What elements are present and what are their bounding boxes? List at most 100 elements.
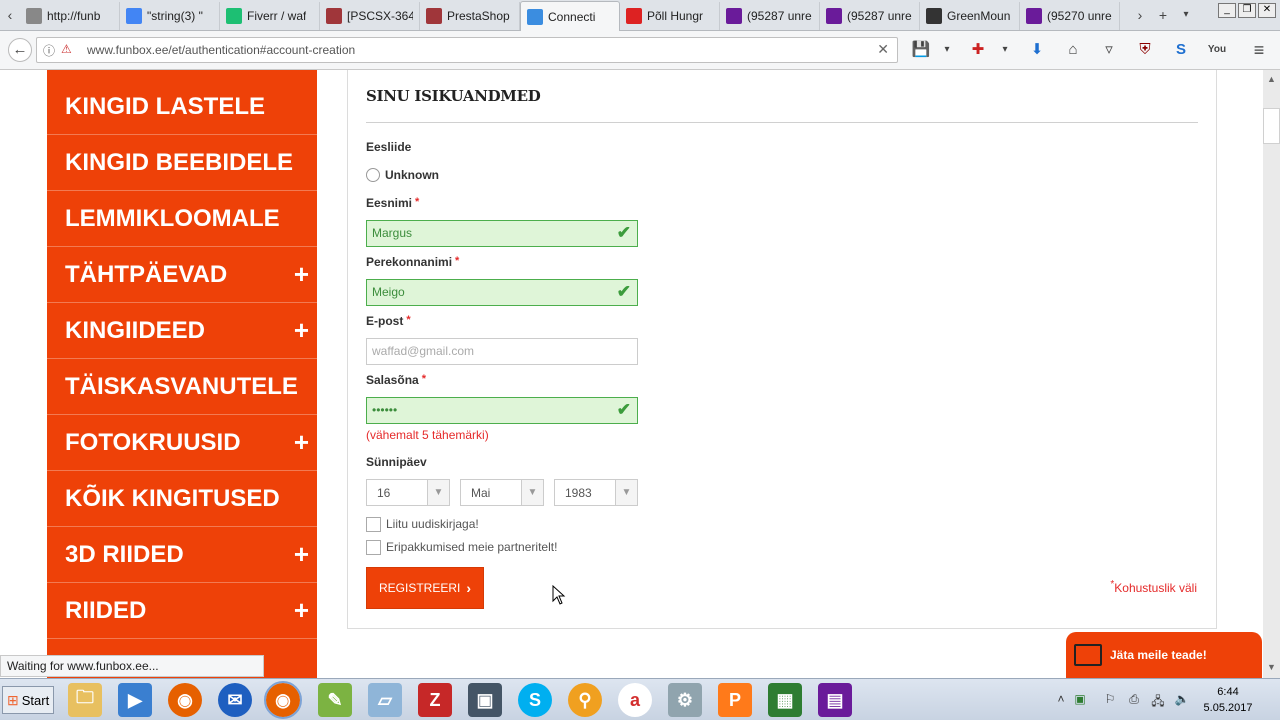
required-star: * [406,314,411,326]
browser-tab[interactable]: Connecti [520,1,620,31]
skype-addon-icon[interactable]: S [1171,40,1191,60]
sidebar-item[interactable]: KINGID BEEBIDELE [47,135,317,191]
save-icon[interactable]: 💾 [911,40,931,60]
pocket-icon[interactable]: ▿ [1099,40,1119,60]
sidebar-item[interactable]: FOTOKRUUSID + [47,415,317,471]
browser-tab[interactable]: GreenMoun [920,2,1020,30]
info-icon[interactable]: ⓘ [43,42,55,59]
browser-status-bar: Waiting for www.funbox.ee... [0,655,264,677]
home-icon[interactable]: ⌂ [1063,40,1083,60]
birth-day-select[interactable]: 16 ▼ [366,479,450,506]
browser-tab[interactable]: [PSCSX-364 [320,2,420,30]
tray-device-icon[interactable]: ⎙ [1126,692,1142,708]
show-hidden-icons-icon[interactable]: ˄ [1053,692,1069,708]
expand-plus-icon[interactable]: + [294,259,309,290]
tab-list-chevron-down-icon[interactable]: ▾ [1178,6,1194,24]
clear-url-icon[interactable]: ✕ [877,41,889,58]
network-tool-icon[interactable]: ⚙ [668,683,702,717]
browser-tab[interactable]: (95270 unre [1020,2,1120,30]
scroll-tabs-right-icon[interactable]: › [1132,6,1148,24]
password-field[interactable]: •••••• ✔ [366,397,638,424]
expand-plus-icon[interactable]: + [294,315,309,346]
sidebar-item[interactable]: LEMMIKLOOMALE [47,191,317,247]
media-player-icon[interactable]: ▶ [118,683,152,717]
action-center-flag-icon[interactable]: ⚐ [1102,692,1118,708]
search-magnifier-icon[interactable]: ⚲ [568,683,602,717]
sidebar-item-label: LEMMIKLOOMALE [65,204,280,232]
browser-tab[interactable]: "string(3) " [120,2,220,30]
firstname-field[interactable]: Margus ✔ [366,220,638,247]
newsletter-checkbox[interactable] [366,517,381,532]
pdf-creator-icon[interactable]: P [718,683,752,717]
sidebar-item[interactable]: TÄHTPÄEVAD + [47,247,317,303]
mail-icon [826,8,842,24]
system-clock[interactable]: 6:44 5.05.2017 [1196,684,1260,716]
eraser-app-icon[interactable]: ▱ [368,683,402,717]
email-field[interactable]: waffad@gmail.com [366,338,638,365]
sidebar-item-label: KÕIK KINGITUSED [65,484,280,512]
sidebar-item-label: TÄHTPÄEVAD [65,260,228,288]
firefox-active-icon[interactable]: ◉ [264,681,302,719]
leave-message-widget[interactable]: Jäta meile teade! [1066,632,1262,678]
browser-tab[interactable]: (95287 unre [820,2,920,30]
new-tab-icon[interactable]: + [1155,6,1171,24]
save-dropdown-chevron-down-icon[interactable]: ▾ [937,40,957,60]
expand-plus-icon[interactable]: + [294,539,309,570]
title-radio-unknown[interactable] [366,168,380,182]
sidebar-item-label: RIIDED [65,596,147,624]
winrar-icon[interactable]: ▤ [818,683,852,717]
birth-month-select[interactable]: Mai ▼ [460,479,544,506]
google-icon [126,8,142,24]
windows-taskbar: ⊞ Start 🗀 ▶ ◉ ✉ ◉ ✎ ▱ Z ▣ S ⚲ a ⚙ P ▦ ▤ … [0,678,1280,720]
browser-tab[interactable]: PrestaShop [420,2,520,30]
page-icon [26,8,42,24]
menu-hamburger-icon[interactable]: ≡ [1249,40,1269,60]
page-scrollbar[interactable]: ▲ ▼ [1263,70,1280,678]
first-aid-icon[interactable]: ✚ [968,40,988,60]
youtube-icon[interactable]: You [1207,40,1227,60]
close-window-icon[interactable]: ✕ [1258,3,1276,18]
filezilla-icon[interactable]: Z [418,683,452,717]
firefox-icon[interactable]: ◉ [168,683,202,717]
sidebar-item[interactable]: KÕIK KINGITUSED [47,471,317,527]
antivirus-icon[interactable]: a [618,683,652,717]
prestashop-icon [326,8,342,24]
birth-year-select[interactable]: 1983 ▼ [554,479,638,506]
tray-app-icon[interactable]: ▣ [1072,692,1088,708]
browser-tab[interactable]: (95287 unre [720,2,820,30]
lastname-field[interactable]: Meigo ✔ [366,279,638,306]
sidebar-item[interactable]: 3D RIIDED + [47,527,317,583]
sidebar-item[interactable]: RIIDED + [47,583,317,639]
sidebar-item[interactable]: KINGID LASTELE [47,70,317,135]
download-icon[interactable]: ⬇ [1027,40,1047,60]
sidebar-item[interactable]: KINGIIDEED + [47,303,317,359]
partner-offers-checkbox[interactable] [366,540,381,555]
scrollbar-thumb[interactable] [1263,108,1280,144]
addon-dropdown-chevron-down-icon[interactable]: ▾ [995,40,1015,60]
volume-icon[interactable]: 🔈 [1174,692,1190,708]
back-arrow-icon[interactable]: ← [8,38,32,62]
restore-window-icon[interactable]: ❐ [1238,3,1256,18]
url-bar[interactable]: ⓘ ⚠ www.funbox.ee/et/authentication#acco… [36,37,898,63]
sidebar-item[interactable]: TÄISKASVANUTELE [47,359,317,415]
minimize-window-icon[interactable]: _ [1218,3,1236,18]
ublock-icon[interactable]: ⛨ [1135,40,1155,60]
thunderbird-icon[interactable]: ✉ [218,683,252,717]
start-button[interactable]: ⊞ Start [2,686,54,714]
sidebar-item-label: KINGID BEEBIDELE [65,148,294,176]
file-explorer-icon[interactable]: 🗀 [68,683,102,717]
browser-tab[interactable]: Põll Hungr [620,2,720,30]
skype-icon[interactable]: S [518,683,552,717]
remote-desktop-icon[interactable]: ▣ [468,683,502,717]
network-icon[interactable]: 🖧 [1150,692,1166,708]
scroll-tabs-left-icon[interactable]: ‹ [2,6,18,24]
scroll-down-arrow-icon[interactable]: ▼ [1267,662,1276,672]
notepad-plus-icon[interactable]: ✎ [318,683,352,717]
expand-plus-icon[interactable]: + [294,427,309,458]
spreadsheet-icon[interactable]: ▦ [768,683,802,717]
register-button[interactable]: REGISTREERI › [366,567,484,609]
browser-tab[interactable]: Fiverr / waf [220,2,320,30]
expand-plus-icon[interactable]: + [294,595,309,626]
scroll-up-arrow-icon[interactable]: ▲ [1267,74,1276,84]
browser-tab[interactable]: http://funb [20,2,120,30]
